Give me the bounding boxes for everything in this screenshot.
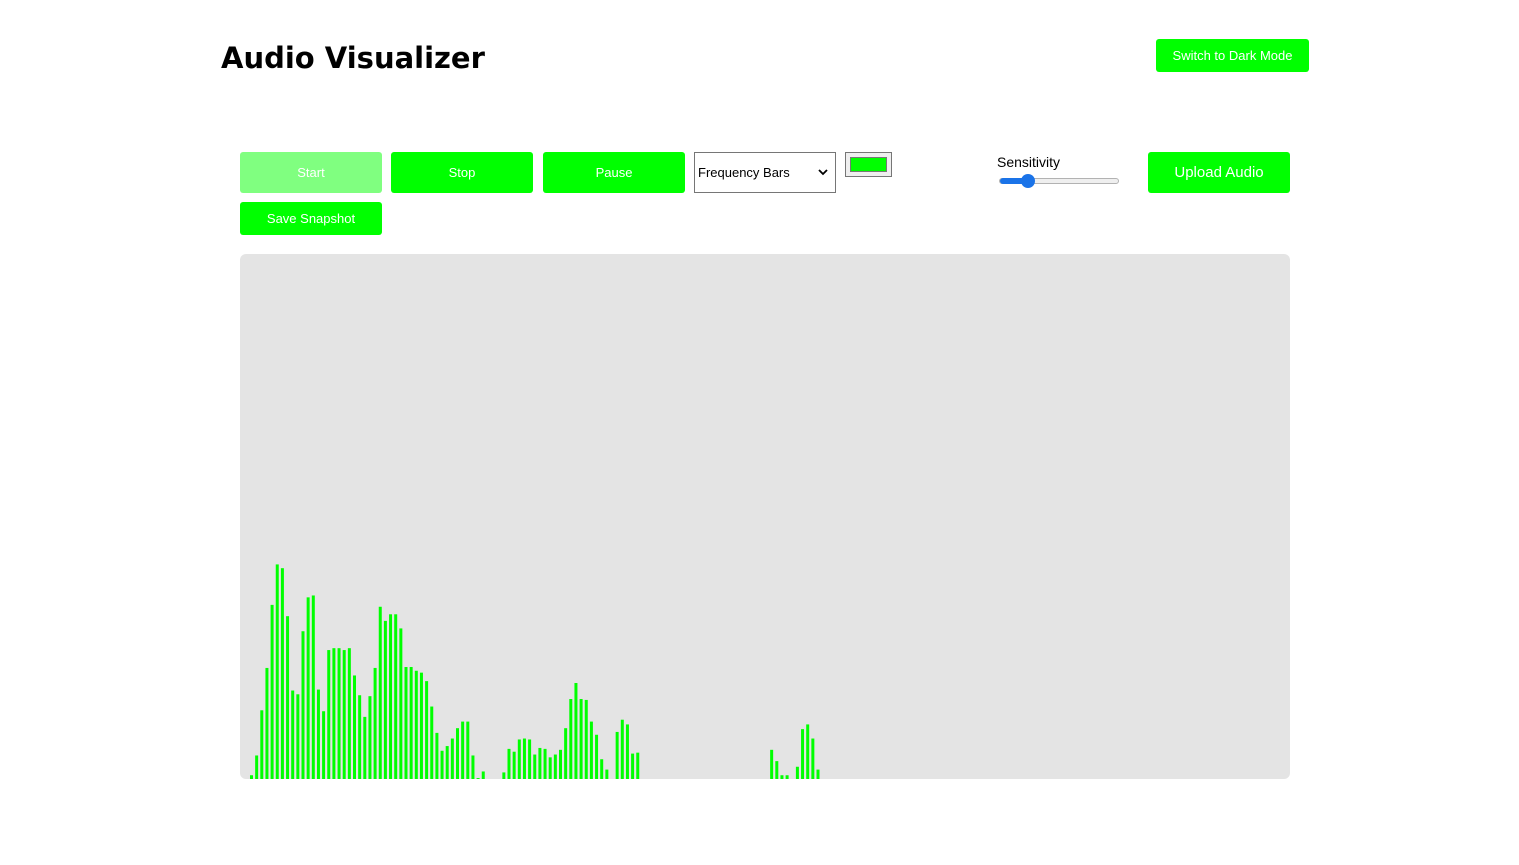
- chevron-down-icon: [818, 169, 828, 176]
- frequency-bar: [574, 683, 578, 779]
- frequency-bar: [414, 670, 418, 779]
- app-page: Audio Visualizer Switch to Dark Mode Sta…: [0, 0, 1519, 865]
- frequency-bar: [795, 766, 799, 779]
- frequency-bar: [466, 721, 470, 779]
- save-snapshot-button[interactable]: Save Snapshot: [240, 202, 382, 235]
- frequency-bar: [775, 761, 779, 779]
- frequency-bar: [378, 606, 382, 779]
- frequency-bar: [615, 731, 619, 779]
- frequency-bar: [553, 754, 557, 779]
- frequency-bar: [332, 648, 336, 779]
- sensitivity-label: Sensitivity: [997, 154, 1061, 170]
- frequency-bar: [440, 750, 444, 779]
- frequency-bar: [564, 728, 568, 779]
- frequency-bar: [342, 650, 346, 779]
- frequency-bar: [389, 614, 393, 779]
- frequency-bar: [481, 771, 485, 779]
- frequency-bar: [260, 710, 264, 779]
- frequency-bar: [358, 695, 362, 779]
- frequency-bar: [461, 721, 465, 779]
- frequency-bar: [363, 716, 367, 779]
- frequency-bar: [620, 719, 624, 779]
- frequency-bar: [301, 631, 305, 779]
- frequency-bar: [770, 749, 774, 779]
- frequency-bar: [265, 667, 269, 779]
- frequency-bar: [785, 775, 789, 779]
- frequency-bar: [559, 749, 562, 779]
- visualization-mode-value: Frequency Bars: [698, 165, 790, 180]
- frequency-bar: [255, 755, 259, 779]
- frequency-bar: [337, 648, 341, 779]
- pause-button[interactable]: Pause: [543, 152, 685, 193]
- frequency-bar: [306, 597, 310, 779]
- frequency-bar: [404, 667, 408, 779]
- frequency-bar: [811, 738, 815, 779]
- frequency-bar: [270, 604, 274, 779]
- frequency-bar: [636, 752, 640, 779]
- frequency-bar: [605, 769, 609, 779]
- frequency-bar: [816, 769, 820, 779]
- frequency-bar: [373, 667, 377, 779]
- frequency-bar: [801, 729, 805, 779]
- frequency-bar: [502, 772, 506, 779]
- frequency-bar: [507, 748, 511, 779]
- frequency-bar: [430, 706, 434, 779]
- frequency-bar: [368, 696, 372, 779]
- frequency-bar: [296, 694, 300, 779]
- frequency-bar: [589, 721, 593, 779]
- frequency-bar: [579, 699, 583, 779]
- frequency-bar: [450, 738, 454, 779]
- switch-dark-mode-button[interactable]: Switch to Dark Mode: [1156, 39, 1309, 72]
- frequency-bar: [522, 738, 526, 779]
- frequency-bar: [409, 667, 413, 779]
- visualizer-canvas: [240, 254, 1290, 779]
- frequency-bar: [394, 614, 398, 779]
- frequency-bar: [543, 748, 547, 779]
- upload-audio-button[interactable]: Upload Audio: [1148, 152, 1290, 193]
- frequency-bar: [584, 699, 588, 779]
- frequency-bar: [569, 699, 573, 779]
- frequency-bar: [275, 564, 279, 779]
- frequency-bar: [286, 616, 290, 779]
- frequency-bar: [425, 681, 429, 779]
- start-button[interactable]: Start: [240, 152, 382, 193]
- frequency-bar: [456, 728, 459, 779]
- frequency-bar: [327, 650, 331, 779]
- frequency-bars-graphic: [250, 564, 820, 779]
- bar-color-preview: [850, 157, 887, 172]
- frequency-bar: [471, 755, 475, 779]
- frequency-bar: [383, 620, 387, 779]
- frequency-bar: [533, 754, 537, 779]
- frequency-bar: [250, 775, 253, 779]
- frequency-bar: [291, 690, 295, 779]
- frequency-bar: [595, 734, 599, 779]
- frequency-bar: [625, 724, 629, 779]
- bar-color-picker[interactable]: [845, 152, 892, 177]
- frequency-bar: [476, 778, 480, 779]
- frequency-bar: [322, 711, 326, 779]
- visualization-mode-select[interactable]: Frequency Bars: [694, 152, 836, 193]
- frequency-bar: [528, 739, 532, 779]
- frequency-bar: [806, 724, 810, 779]
- frequency-bar: [538, 747, 542, 779]
- page-title: Audio Visualizer: [221, 41, 485, 75]
- frequency-bar: [311, 595, 315, 779]
- frequency-bar: [353, 675, 356, 779]
- frequency-bar: [399, 628, 403, 779]
- frequency-bar: [780, 775, 784, 779]
- frequency-bar: [435, 732, 439, 779]
- frequency-bar: [631, 753, 635, 779]
- frequency-bar: [600, 759, 604, 779]
- frequency-bar: [512, 751, 516, 779]
- frequency-bar: [280, 568, 284, 779]
- frequency-bar: [548, 757, 552, 779]
- sensitivity-slider[interactable]: [999, 174, 1119, 188]
- stop-button[interactable]: Stop: [391, 152, 533, 193]
- frequency-bar: [517, 739, 521, 779]
- frequency-bar: [419, 672, 423, 779]
- frequency-bar: [316, 689, 320, 779]
- sensitivity-slider-thumb[interactable]: [1021, 174, 1035, 188]
- frequency-bar: [347, 648, 351, 779]
- frequency-bar: [445, 746, 449, 779]
